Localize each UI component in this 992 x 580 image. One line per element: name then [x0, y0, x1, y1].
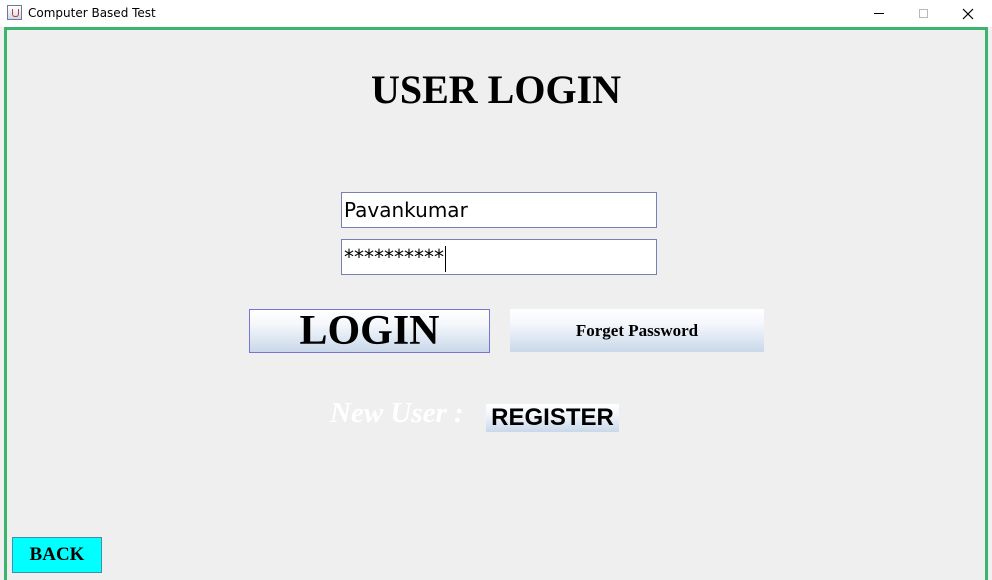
close-icon: [962, 8, 974, 19]
java-app-icon: [7, 5, 22, 20]
maximize-icon: [918, 9, 928, 18]
register-button[interactable]: REGISTER: [486, 404, 619, 432]
password-input[interactable]: **********: [341, 239, 657, 275]
login-button[interactable]: LOGIN: [249, 308, 490, 354]
minimize-icon: [874, 13, 884, 14]
minimize-button[interactable]: [856, 0, 902, 27]
window-title: Computer Based Test: [28, 6, 156, 20]
text-caret: [445, 245, 446, 272]
close-button[interactable]: [945, 0, 991, 27]
page-title: USER LOGIN: [370, 67, 622, 112]
new-user-label: New User :: [330, 397, 464, 429]
maximize-button[interactable]: [900, 0, 946, 27]
username-input[interactable]: Pavankumar: [341, 192, 657, 228]
title-bar: Computer Based Test: [0, 0, 992, 27]
forget-password-button[interactable]: Forget Password: [510, 309, 764, 352]
username-value: Pavankumar: [344, 198, 468, 222]
back-button[interactable]: BACK: [12, 537, 102, 573]
password-value: **********: [344, 245, 444, 269]
